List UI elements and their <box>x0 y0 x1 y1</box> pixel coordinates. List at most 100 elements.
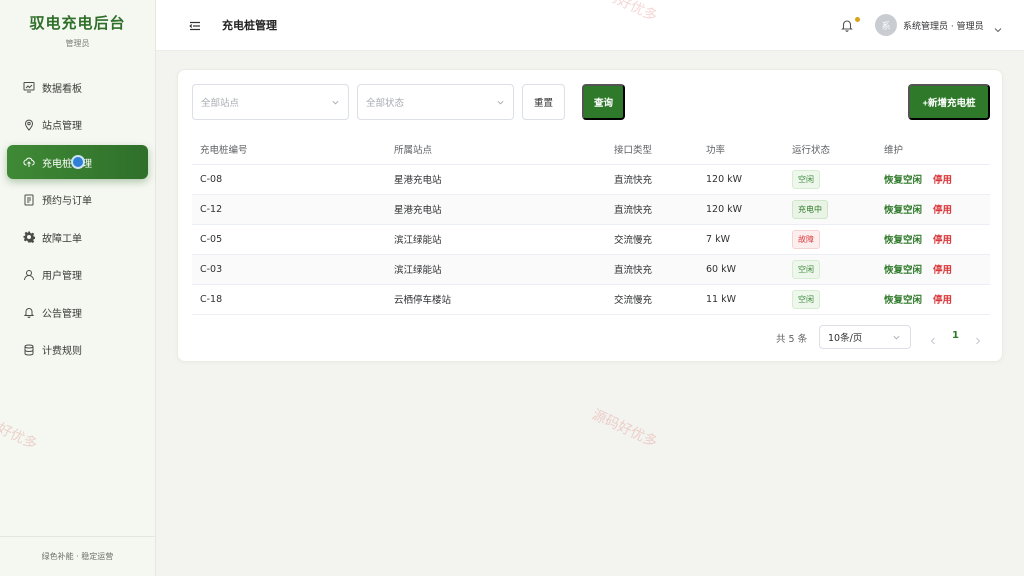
total-count: 共 5 条 <box>776 334 808 345</box>
database-icon <box>23 344 35 356</box>
brand-title: 驭电充电后台 <box>29 14 126 32</box>
actions-cell: 恢复空闲 停用 <box>876 224 990 255</box>
restore-idle-link[interactable]: 恢复空闲 <box>884 295 922 306</box>
disable-link[interactable]: 停用 <box>933 235 952 246</box>
col-header: 所属站点 <box>386 134 606 165</box>
sidebar-item-users[interactable]: 用户管理 <box>7 258 148 292</box>
status-badge: 空闲 <box>792 259 820 279</box>
sidebar-item-label: 故障工单 <box>42 233 82 245</box>
prev-page-icon[interactable] <box>928 331 938 345</box>
charger-power: 7 kW <box>698 224 784 255</box>
charger-table: 充电桩编号 所属站点 接口类型 功率 运行状态 维护 C-08 星港充电站 直流… <box>192 134 990 315</box>
sidebar-item-label: 计费规则 <box>42 346 82 357</box>
table-header-row: 充电桩编号 所属站点 接口类型 功率 运行状态 维护 <box>192 134 990 165</box>
col-header: 充电桩编号 <box>192 134 386 165</box>
charger-power: 11 kW <box>698 284 784 315</box>
next-page-icon[interactable] <box>973 331 983 345</box>
add-charger-button[interactable]: +新增充电桩 <box>908 84 990 120</box>
reset-button[interactable]: 重置 <box>522 84 565 120</box>
restore-idle-link[interactable]: 恢复空闲 <box>884 175 922 186</box>
watermark: 源码好优多 <box>589 406 660 451</box>
query-button[interactable]: 查询 <box>582 84 625 120</box>
sidebar-menu: 数据看板 站点管理 充电桩管理 预约与订单 故障工单 用户管理 公告管理 计费规… <box>0 70 155 367</box>
user-name[interactable]: 系统管理员 · 管理员 <box>903 19 984 32</box>
page-title: 充电桩管理 <box>222 19 277 32</box>
document-icon <box>23 194 35 206</box>
table-row: C-12 星港充电站 直流快充 120 kW 充电中 恢复空闲 停用 <box>192 194 990 225</box>
station-select[interactable]: 全部站点 <box>192 84 349 120</box>
sidebar-item-faults[interactable]: 故障工单 <box>7 220 148 254</box>
charger-type: 直流快充 <box>606 254 698 285</box>
charger-id: C-03 <box>192 254 386 285</box>
cloud-upload-icon <box>23 156 35 168</box>
status-select[interactable]: 全部状态 <box>357 84 514 120</box>
disable-link[interactable]: 停用 <box>933 175 952 186</box>
gear-icon <box>23 231 35 243</box>
chevron-down-icon[interactable] <box>993 20 1003 33</box>
charger-list-card: 全部站点 全部状态 重置 查询 +新增充电桩 充电桩编号 所属站点 接口类型 功… <box>177 69 1003 362</box>
charger-type: 交流慢充 <box>606 224 698 255</box>
disable-link[interactable]: 停用 <box>933 265 952 276</box>
station-select-placeholder: 全部站点 <box>201 98 240 109</box>
sidebar-item-billing[interactable]: 计费规则 <box>7 333 148 367</box>
col-header: 接口类型 <box>606 134 698 165</box>
charger-power: 60 kW <box>698 254 784 285</box>
chevron-down-icon <box>892 333 901 342</box>
avatar[interactable]: 系 <box>875 14 897 36</box>
restore-idle-link[interactable]: 恢复空闲 <box>884 265 922 276</box>
charger-id: C-08 <box>192 164 386 195</box>
sidebar-item-label: 预约与订单 <box>42 196 92 207</box>
restore-idle-link[interactable]: 恢复空闲 <box>884 205 922 216</box>
sidebar-item-chargers[interactable]: 充电桩管理 <box>7 145 148 179</box>
status-cell: 空闲 <box>784 254 876 285</box>
cursor-indicator <box>71 155 85 169</box>
charger-power: 120 kW <box>698 194 784 225</box>
sidebar-item-stations[interactable]: 站点管理 <box>7 108 148 142</box>
menu-toggle-icon[interactable] <box>188 18 202 32</box>
sidebar-item-dashboard[interactable]: 数据看板 <box>7 70 148 104</box>
status-badge: 空闲 <box>792 169 820 189</box>
sidebar-item-announcements[interactable]: 公告管理 <box>7 295 148 329</box>
actions-cell: 恢复空闲 停用 <box>876 284 990 315</box>
status-badge: 空闲 <box>792 289 820 309</box>
chart-icon <box>23 81 35 93</box>
sidebar-item-label: 数据看板 <box>42 83 82 95</box>
page-size-value: 10条/页 <box>828 333 863 344</box>
status-cell: 空闲 <box>784 284 876 315</box>
actions-cell: 恢复空闲 停用 <box>876 164 990 195</box>
col-header: 功率 <box>698 134 784 165</box>
notification-badge <box>855 17 860 22</box>
sidebar-item-orders[interactable]: 预约与订单 <box>7 183 148 217</box>
notification-bell-icon[interactable] <box>840 17 854 32</box>
bell-icon <box>23 306 35 318</box>
disable-link[interactable]: 停用 <box>933 295 952 306</box>
brand-role: 管理员 <box>65 39 90 48</box>
restore-idle-link[interactable]: 恢复空闲 <box>884 235 922 246</box>
brand: 驭电充电后台 管理员 <box>0 0 155 62</box>
chevron-down-icon <box>331 98 340 107</box>
status-cell: 空闲 <box>784 164 876 195</box>
page-size-select[interactable]: 10条/页 <box>819 325 911 349</box>
charger-station: 星港充电站 <box>386 194 606 225</box>
sidebar: 驭电充电后台 管理员 数据看板 站点管理 充电桩管理 预约与订单 故障工单 用户… <box>0 0 156 576</box>
chevron-down-icon <box>496 98 505 107</box>
sidebar-footer: 绿色补能 · 稳定运营 <box>0 536 155 576</box>
charger-id: C-05 <box>192 224 386 255</box>
sidebar-item-label: 公告管理 <box>42 308 82 320</box>
disable-link[interactable]: 停用 <box>933 205 952 216</box>
charger-power: 120 kW <box>698 164 784 195</box>
table-row: C-18 云栖停车楼站 交流慢充 11 kW 空闲 恢复空闲 停用 <box>192 284 990 315</box>
charger-type: 交流慢充 <box>606 284 698 315</box>
actions-cell: 恢复空闲 停用 <box>876 254 990 285</box>
charger-type: 直流快充 <box>606 194 698 225</box>
top-header: 充电桩管理 系 系统管理员 · 管理员 <box>156 0 1024 51</box>
status-badge: 故障 <box>792 229 820 249</box>
charger-type: 直流快充 <box>606 164 698 195</box>
page-number-current[interactable]: 1 <box>952 330 959 341</box>
charger-station: 滨江绿能站 <box>386 224 606 255</box>
table-row: C-05 滨江绿能站 交流慢充 7 kW 故障 恢复空闲 停用 <box>192 224 990 255</box>
status-badge: 充电中 <box>792 199 828 219</box>
charger-id: C-12 <box>192 194 386 225</box>
charger-id: C-18 <box>192 284 386 315</box>
charger-station: 云栖停车楼站 <box>386 284 606 315</box>
